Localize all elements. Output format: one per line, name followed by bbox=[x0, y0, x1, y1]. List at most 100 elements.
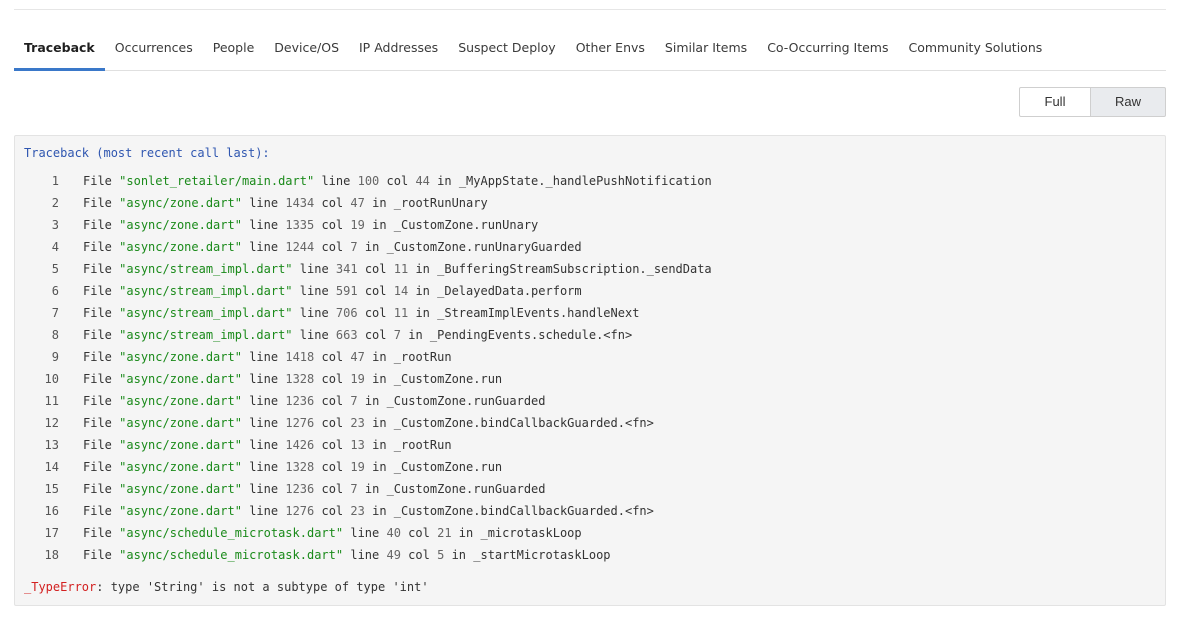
frame-col-keyword: col bbox=[386, 174, 409, 188]
frame-file-path: "async/schedule_microtask.dart" bbox=[119, 526, 344, 540]
frame-file-keyword: File bbox=[83, 416, 112, 430]
frame-col-number: 14 bbox=[393, 284, 409, 298]
traceback-frame: 4 File "async/zone.dart" line 1244 col 7 … bbox=[15, 236, 1165, 258]
frame-col-keyword: col bbox=[364, 262, 387, 276]
frame-line-keyword: line bbox=[249, 460, 279, 474]
frame-col-number: 11 bbox=[393, 306, 409, 320]
tab-community-solutions[interactable]: Community Solutions bbox=[899, 29, 1053, 70]
tab-similar-items[interactable]: Similar Items bbox=[655, 29, 757, 70]
frame-line-number: 1418 bbox=[285, 350, 315, 364]
frame-text: File "async/schedule_microtask.dart" lin… bbox=[59, 522, 582, 544]
frame-function-name: _rootRunUnary bbox=[393, 196, 488, 210]
frame-line-number: 100 bbox=[357, 174, 380, 188]
frame-file-keyword: File bbox=[83, 372, 112, 386]
frame-text: File "async/stream_impl.dart" line 591 c… bbox=[59, 280, 582, 302]
frame-file-path: "async/zone.dart" bbox=[119, 394, 242, 408]
frame-line-number: 591 bbox=[335, 284, 358, 298]
full-view-button[interactable]: Full bbox=[1019, 87, 1091, 117]
tab-suspect-deploy[interactable]: Suspect Deploy bbox=[448, 29, 566, 70]
frame-in-keyword: in bbox=[415, 284, 430, 298]
frame-number: 6 bbox=[51, 284, 59, 298]
frame-col-keyword: col bbox=[364, 284, 387, 298]
frame-line-number: 40 bbox=[386, 526, 401, 540]
frame-col-number: 44 bbox=[415, 174, 430, 188]
frame-col-keyword: col bbox=[364, 328, 387, 342]
frame-col-keyword: col bbox=[321, 394, 344, 408]
frame-in-keyword: in bbox=[437, 174, 452, 188]
tab-people[interactable]: People bbox=[203, 29, 265, 70]
frame-line-keyword: line bbox=[249, 218, 279, 232]
frame-text: File "async/zone.dart" line 1418 col 47 … bbox=[59, 346, 452, 368]
frame-number: 17 bbox=[44, 526, 59, 540]
tab-traceback[interactable]: Traceback bbox=[14, 29, 105, 71]
frame-line-keyword: line bbox=[350, 526, 380, 540]
frame-col-number: 19 bbox=[350, 372, 365, 386]
frame-line-keyword: line bbox=[249, 482, 279, 496]
frame-number: 11 bbox=[44, 394, 59, 408]
frame-function-name: _CustomZone.runUnaryGuarded bbox=[386, 240, 582, 254]
frame-line-keyword: line bbox=[350, 548, 380, 562]
traceback-frame: 10 File "async/zone.dart" line 1328 col 1… bbox=[15, 368, 1165, 390]
view-toggle: Full Raw bbox=[1019, 87, 1166, 117]
frame-file-path: "async/zone.dart" bbox=[119, 504, 242, 518]
frame-function-name: _StreamImplEvents.handleNext bbox=[437, 306, 640, 320]
frame-file-keyword: File bbox=[83, 218, 112, 232]
frame-col-keyword: col bbox=[321, 416, 344, 430]
frame-col-number: 13 bbox=[350, 438, 365, 452]
frame-file-keyword: File bbox=[83, 438, 112, 452]
tab-co-occurring-items[interactable]: Co-Occurring Items bbox=[757, 29, 898, 70]
frame-number: 10 bbox=[44, 372, 59, 386]
frame-line-number: 1426 bbox=[285, 438, 315, 452]
raw-view-button[interactable]: Raw bbox=[1091, 87, 1166, 117]
tab-occurrences[interactable]: Occurrences bbox=[105, 29, 203, 70]
frame-col-number: 23 bbox=[350, 504, 365, 518]
frame-line-keyword: line bbox=[249, 394, 279, 408]
frame-file-keyword: File bbox=[83, 526, 112, 540]
frame-in-keyword: in bbox=[408, 328, 423, 342]
frame-file-keyword: File bbox=[83, 394, 112, 408]
frame-file-keyword: File bbox=[83, 548, 112, 562]
frame-number: 13 bbox=[44, 438, 59, 452]
frame-col-keyword: col bbox=[321, 240, 344, 254]
traceback-header: Traceback (most recent call last): bbox=[24, 146, 270, 160]
frame-col-keyword: col bbox=[321, 372, 344, 386]
frame-in-keyword: in bbox=[364, 394, 380, 408]
frame-function-name: _startMicrotaskLoop bbox=[473, 548, 611, 562]
frame-line-keyword: line bbox=[299, 284, 329, 298]
frame-line-number: 341 bbox=[335, 262, 358, 276]
frame-in-keyword: in bbox=[415, 306, 430, 320]
frame-file-path: "async/zone.dart" bbox=[119, 482, 242, 496]
frame-file-keyword: File bbox=[83, 196, 112, 210]
frame-function-name: _MyAppState._handlePushNotification bbox=[458, 174, 712, 188]
frame-line-number: 706 bbox=[335, 306, 358, 320]
frame-col-number: 7 bbox=[350, 482, 358, 496]
traceback-frame: 7 File "async/stream_impl.dart" line 706 … bbox=[15, 302, 1165, 324]
frame-in-keyword: in bbox=[372, 196, 387, 210]
frame-file-keyword: File bbox=[83, 306, 112, 320]
frame-line-keyword: line bbox=[249, 350, 279, 364]
tab-device-os[interactable]: Device/OS bbox=[264, 29, 349, 70]
frame-in-keyword: in bbox=[372, 416, 387, 430]
traceback-frame: 2 File "async/zone.dart" line 1434 col 47… bbox=[15, 192, 1165, 214]
frame-text: File "async/zone.dart" line 1236 col 7 i… bbox=[59, 478, 546, 500]
frame-number: 16 bbox=[44, 504, 59, 518]
tab-ip-addresses[interactable]: IP Addresses bbox=[349, 29, 448, 70]
frame-text: File "async/zone.dart" line 1276 col 23 … bbox=[59, 500, 654, 522]
frame-col-keyword: col bbox=[321, 438, 344, 452]
traceback-frame: 6 File "async/stream_impl.dart" line 591 … bbox=[15, 280, 1165, 302]
frame-function-name: _CustomZone.runGuarded bbox=[386, 394, 546, 408]
frame-file-keyword: File bbox=[83, 504, 112, 518]
traceback-frame: 3 File "async/zone.dart" line 1335 col 19… bbox=[15, 214, 1165, 236]
tab-other-envs[interactable]: Other Envs bbox=[566, 29, 655, 70]
frame-text: File "async/zone.dart" line 1276 col 23 … bbox=[59, 412, 654, 434]
frame-file-path: "sonlet_retailer/main.dart" bbox=[119, 174, 315, 188]
frame-in-keyword: in bbox=[415, 262, 430, 276]
frame-line-number: 1276 bbox=[285, 416, 315, 430]
frame-text: File "async/stream_impl.dart" line 663 c… bbox=[59, 324, 632, 346]
traceback-frame: 15 File "async/zone.dart" line 1236 col 7… bbox=[15, 478, 1165, 500]
frame-function-name: _PendingEvents.schedule.<fn> bbox=[429, 328, 633, 342]
frame-col-keyword: col bbox=[321, 482, 344, 496]
frame-in-keyword: in bbox=[372, 218, 387, 232]
traceback-frame: 18 File "async/schedule_microtask.dart" l… bbox=[15, 544, 1165, 566]
frame-function-name: _DelayedData.perform bbox=[437, 284, 582, 298]
